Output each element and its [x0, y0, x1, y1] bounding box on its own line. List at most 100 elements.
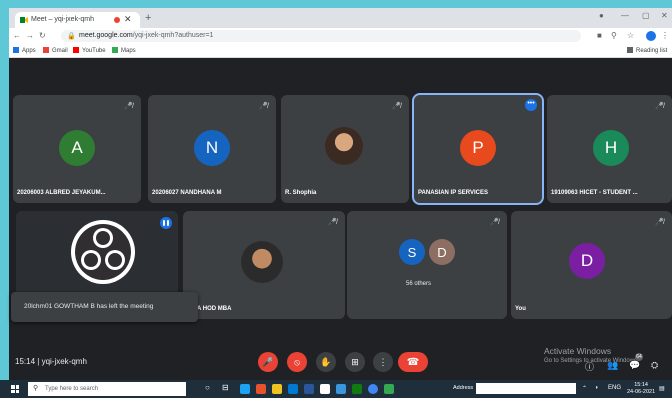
notifications-icon[interactable]: ▤ — [659, 385, 665, 392]
language-indicator[interactable]: ENG — [608, 385, 621, 391]
browser-tab-meet[interactable]: Meet – yqi-jxek-qmh ✕ — [15, 12, 140, 28]
browser-toolbar: ← → ↻ 🔒 meet.google.com/yqi-jxek-qmh?aut… — [9, 28, 672, 44]
minimize-icon[interactable]: — — [621, 11, 629, 20]
participant-tile[interactable]: 🎤̸ N 20206027 NANDHANA M — [148, 95, 276, 203]
network-icon[interactable]: ◗ — [595, 385, 599, 391]
tray-chevron-icon[interactable]: ⌃ — [582, 385, 587, 392]
camera-toggle-button[interactable]: ⦸ — [287, 352, 307, 372]
avatar: S — [399, 239, 425, 265]
bookmark-gmail[interactable]: Gmail — [43, 47, 68, 54]
camera-indicator-icon[interactable]: ■ — [597, 31, 602, 40]
taskbar-app-icon[interactable] — [304, 384, 314, 394]
reading-list[interactable]: Reading list — [627, 47, 667, 54]
recording-dot-icon — [114, 17, 120, 23]
task-view-icon[interactable]: ⊟ — [222, 383, 232, 393]
zoom-icon[interactable]: ⚲ — [611, 31, 617, 40]
taskbar-app-icon[interactable] — [320, 384, 330, 394]
tab-title: Meet – yqi-jxek-qmh — [31, 16, 95, 23]
participant-name: PANASIAN IP SERVICES — [418, 190, 489, 196]
toast-text: 20lchm01 GOWTHAM B has left the meeting — [24, 303, 154, 310]
taskbar-app-icon[interactable] — [272, 384, 282, 394]
mic-off-icon: 🎤̸ — [259, 103, 268, 110]
others-count: 56 others — [406, 281, 432, 287]
apps-grid-icon — [13, 47, 19, 53]
avatar: H — [593, 130, 629, 166]
new-tab-icon[interactable]: + — [145, 12, 151, 24]
youtube-icon — [73, 47, 79, 53]
address-toolbar-label: Address — [453, 385, 474, 391]
taskbar-clock[interactable]: 15:14 24-06-2021 — [627, 382, 655, 396]
mic-off-icon: 🎤̸ — [328, 219, 337, 226]
mic-off-icon: 🎤̸ — [124, 103, 133, 110]
tab-close-icon[interactable]: ✕ — [124, 14, 132, 25]
profile-photo — [241, 241, 283, 283]
taskbar-app-icon[interactable] — [384, 384, 394, 394]
bookmark-star-icon[interactable]: ☆ — [627, 31, 634, 40]
profile-indicator-icon[interactable]: ● — [599, 11, 604, 20]
reload-icon[interactable]: ↻ — [39, 31, 46, 40]
forward-icon[interactable]: → — [26, 31, 34, 40]
participant-name: 19109063 HICET - STUDENT ... — [551, 190, 638, 196]
browser-window: Meet – yqi-jxek-qmh ✕ + ● — ▢ ✕ ← → ↻ 🔒 … — [9, 8, 672, 380]
participant-tile[interactable]: 🎤̸ A 20206003 ALBRED JEYAKUM... — [13, 95, 141, 203]
mic-off-icon: 🎤̸ — [655, 219, 664, 226]
info-icon[interactable]: ⓘ — [585, 360, 594, 373]
reading-list-icon — [627, 47, 633, 53]
taskbar-app-icon[interactable] — [352, 384, 362, 394]
participant-name: 20206027 NANDHANA M — [152, 190, 222, 196]
obs-logo-icon — [71, 220, 135, 284]
meeting-details: 15:14 | yqi-jxek-qmh — [15, 357, 87, 366]
chrome-icon[interactable] — [368, 384, 378, 394]
taskbar-app-icon[interactable] — [240, 384, 250, 394]
bookmarks-bar: Apps Gmail YouTube Maps Reading list — [9, 44, 672, 58]
mic-toggle-button[interactable]: 🎤 — [258, 352, 278, 372]
profile-avatar[interactable] — [646, 31, 656, 41]
avatar: D — [569, 243, 605, 279]
meet-stage: 🎤̸ A 20206003 ALBRED JEYAKUM... 🎤̸ N 202… — [9, 58, 672, 380]
address-bar[interactable]: 🔒 meet.google.com/yqi-jxek-qmh?authuser=… — [61, 30, 581, 42]
mic-off-icon: 🎤̸ — [392, 103, 401, 110]
maps-icon — [112, 47, 118, 53]
others-tile[interactable]: 🎤̸ S D 56 others — [347, 211, 507, 319]
taskbar-app-icon[interactable] — [256, 384, 266, 394]
avatar: D — [429, 239, 455, 265]
taskbar-app-icon[interactable] — [288, 384, 298, 394]
participant-name: You — [515, 306, 526, 312]
participant-name: A HOD MBA — [197, 306, 232, 312]
lock-icon: 🔒 — [67, 33, 76, 40]
speaking-indicator-icon — [160, 217, 172, 229]
maximize-icon[interactable]: ▢ — [642, 11, 650, 20]
participant-tile[interactable]: ••• P PANASIAN IP SERVICES — [412, 93, 544, 205]
back-icon[interactable]: ← — [13, 31, 21, 40]
participant-tile[interactable]: 🎤̸ A HOD MBA — [183, 211, 345, 319]
mic-off-icon: 🎤̸ — [490, 219, 499, 226]
raise-hand-button[interactable]: ✋ — [316, 352, 336, 372]
bookmark-apps[interactable]: Apps — [13, 47, 36, 54]
gmail-icon — [43, 47, 49, 53]
meet-favicon-icon — [20, 17, 28, 23]
self-tile[interactable]: 🎤̸ D You — [511, 211, 672, 319]
more-options-icon[interactable]: ••• — [525, 99, 537, 111]
people-icon[interactable]: 👥 — [607, 360, 618, 371]
bookmark-youtube[interactable]: YouTube — [73, 47, 106, 54]
leave-call-button[interactable]: ☎ — [398, 352, 428, 372]
windows-start-icon[interactable] — [11, 385, 19, 393]
taskbar-search-placeholder: Type here to search — [45, 386, 99, 392]
present-button[interactable]: ⊞ — [345, 352, 365, 372]
chat-icon[interactable]: 💬 — [629, 360, 640, 371]
participant-tile[interactable]: 🎤̸ H 19109063 HICET - STUDENT ... — [547, 95, 672, 203]
activities-icon[interactable]: ⛭ — [651, 360, 658, 371]
more-options-button[interactable]: ⋮ — [373, 352, 393, 372]
address-toolbar-input[interactable] — [476, 383, 576, 394]
taskbar-search-box[interactable]: ⚲ Type here to search — [28, 382, 186, 396]
taskbar-app-icon[interactable] — [336, 384, 346, 394]
menu-kebab-icon[interactable]: ⋮ — [661, 31, 669, 40]
profile-photo — [325, 127, 363, 165]
tab-strip: Meet – yqi-jxek-qmh ✕ + ● — ▢ ✕ — [9, 8, 672, 28]
cortana-icon[interactable]: ○ — [205, 383, 215, 393]
participant-tile[interactable]: 🎤̸ R. Shophia — [281, 95, 409, 203]
bookmark-maps[interactable]: Maps — [112, 47, 136, 54]
activation-watermark: Activate Windows — [544, 346, 612, 356]
avatar: P — [460, 130, 496, 166]
close-window-icon[interactable]: ✕ — [661, 11, 668, 20]
